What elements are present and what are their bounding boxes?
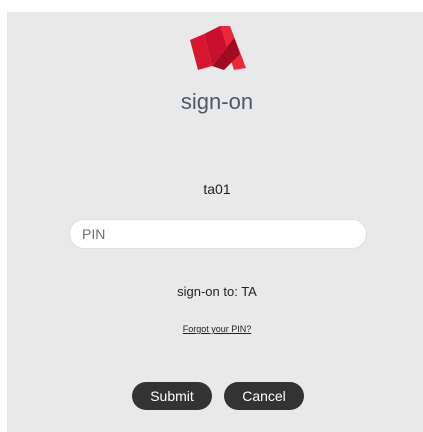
page-title: sign-on <box>180 89 254 114</box>
user-id-label: ta01 <box>203 181 231 197</box>
forgot-pin-container: Forgot your PIN? <box>7 324 423 334</box>
sign-on-panel: sign-on ta01 sign-on to: TA Forgot your … <box>7 12 423 432</box>
brand-logo-icon <box>190 26 246 70</box>
submit-button[interactable]: Submit <box>132 382 212 410</box>
sign-on-target-label: sign-on to: TA <box>177 284 257 299</box>
forgot-pin-link[interactable]: Forgot your PIN? <box>183 324 252 334</box>
cancel-button[interactable]: Cancel <box>224 382 304 410</box>
pin-input[interactable] <box>69 219 367 249</box>
